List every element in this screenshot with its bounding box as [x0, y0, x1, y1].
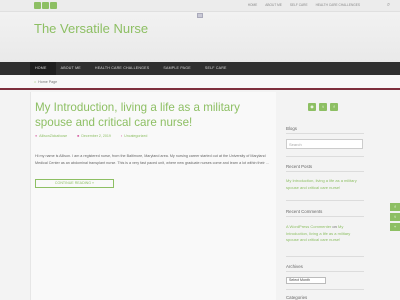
category-text: Uncategorized [124, 134, 148, 138]
widget-title-categories: Categories [286, 295, 308, 300]
comment-on-text: on [332, 224, 337, 229]
top-navigation: HOME ABOUT ME SELF CARE HEALTH CARE CHAL… [248, 2, 360, 9]
search-icon[interactable]: ⌕ [385, 2, 392, 9]
top-bar: HOME ABOUT ME SELF CARE HEALTH CARE CHAL… [0, 0, 400, 12]
calendar-icon: ■ [77, 134, 80, 138]
search-input[interactable]: Search [286, 139, 363, 149]
archives-select[interactable]: Select Month [286, 277, 326, 284]
widget-title-recent-comments: Recent Comments [286, 209, 323, 214]
divider [286, 289, 364, 290]
site-header: The Versatile Nurse [0, 12, 400, 62]
post-category[interactable]: ▪ Uncategorized [121, 134, 147, 138]
twitter-icon[interactable]: t [390, 213, 400, 221]
post-meta: ● AllisonZickafoose ■ December 2, 2019 ▪ Un… [35, 134, 147, 138]
sidebar: ◉ t f Blogs Search Recent Posts My Intro… [282, 92, 364, 300]
nav-item-sample-page[interactable]: SAMPLE PAGE [158, 62, 200, 75]
home-icon: ⌂ [34, 80, 37, 84]
divider [286, 133, 364, 134]
nav-item-about[interactable]: ABOUT ME [56, 62, 90, 75]
main-content: My Introduction, living a life as a mili… [30, 92, 276, 300]
nav-item-home[interactable]: HOME [30, 62, 56, 75]
recent-comment: A WordPress Commenter on My Introduction… [286, 224, 364, 244]
top-link-home[interactable]: HOME [248, 2, 258, 9]
top-link-health-care[interactable]: HEALTH CARE CHALLENGES [316, 2, 360, 9]
top-link-self-care[interactable]: SELF CARE [290, 2, 308, 9]
top-link-about[interactable]: ABOUT ME [265, 2, 282, 9]
post-date[interactable]: ■ December 2, 2019 [77, 134, 111, 138]
recent-post-link[interactable]: My Introduction, living a life as a mili… [286, 178, 364, 191]
post-author[interactable]: ● AllisonZickafoose [35, 134, 67, 138]
date-text: December 2, 2019 [81, 134, 111, 138]
nav-item-health-care[interactable]: HEALTH CARE CHALLENGES [90, 62, 158, 75]
post-excerpt: Hi my name is Allison. I am a registered… [35, 154, 270, 165]
divider [286, 171, 364, 172]
site-title[interactable]: The Versatile Nurse [34, 21, 148, 36]
breadcrumb-label: Home Page [38, 80, 58, 84]
post-title[interactable]: My Introduction, living a life as a mili… [35, 100, 275, 130]
nav-item-self-care[interactable]: SELF CARE [200, 62, 236, 75]
floating-share-strip: f t + [390, 203, 400, 231]
header-image-icon [197, 13, 203, 18]
twitter-icon[interactable] [42, 2, 49, 9]
divider [286, 216, 364, 217]
breadcrumb[interactable]: ⌂ Home Page [34, 80, 57, 84]
breadcrumb-bar: ⌂ Home Page [0, 75, 400, 90]
share-icon[interactable]: + [390, 223, 400, 231]
facebook-icon[interactable]: f [330, 103, 338, 111]
rss-icon[interactable] [34, 2, 41, 9]
divider [286, 156, 364, 157]
rss-icon[interactable]: ◉ [308, 103, 316, 111]
facebook-icon[interactable]: f [390, 203, 400, 211]
comment-author-link[interactable]: A WordPress Commenter [286, 224, 331, 229]
divider [286, 256, 364, 257]
user-icon: ● [35, 134, 38, 138]
twitter-icon[interactable]: t [319, 103, 327, 111]
widget-title-archives: Archives [286, 264, 303, 269]
continue-reading-button[interactable]: CONTINUE READING » [35, 179, 114, 188]
divider [286, 271, 364, 272]
main-navigation: HOME ABOUT ME HEALTH CARE CHALLENGES SAM… [0, 62, 400, 75]
author-name: AllisonZickafoose [39, 134, 68, 138]
facebook-icon[interactable] [50, 2, 57, 9]
sidebar-social-icons: ◉ t f [308, 103, 338, 111]
widget-title-recent-posts: Recent Posts [286, 164, 313, 169]
search-placeholder: Search [289, 142, 302, 147]
divider [286, 200, 364, 201]
folder-icon: ▪ [120, 134, 123, 138]
widget-title-blogs: Blogs [286, 126, 297, 131]
archives-select-value: Select Month [289, 278, 310, 282]
